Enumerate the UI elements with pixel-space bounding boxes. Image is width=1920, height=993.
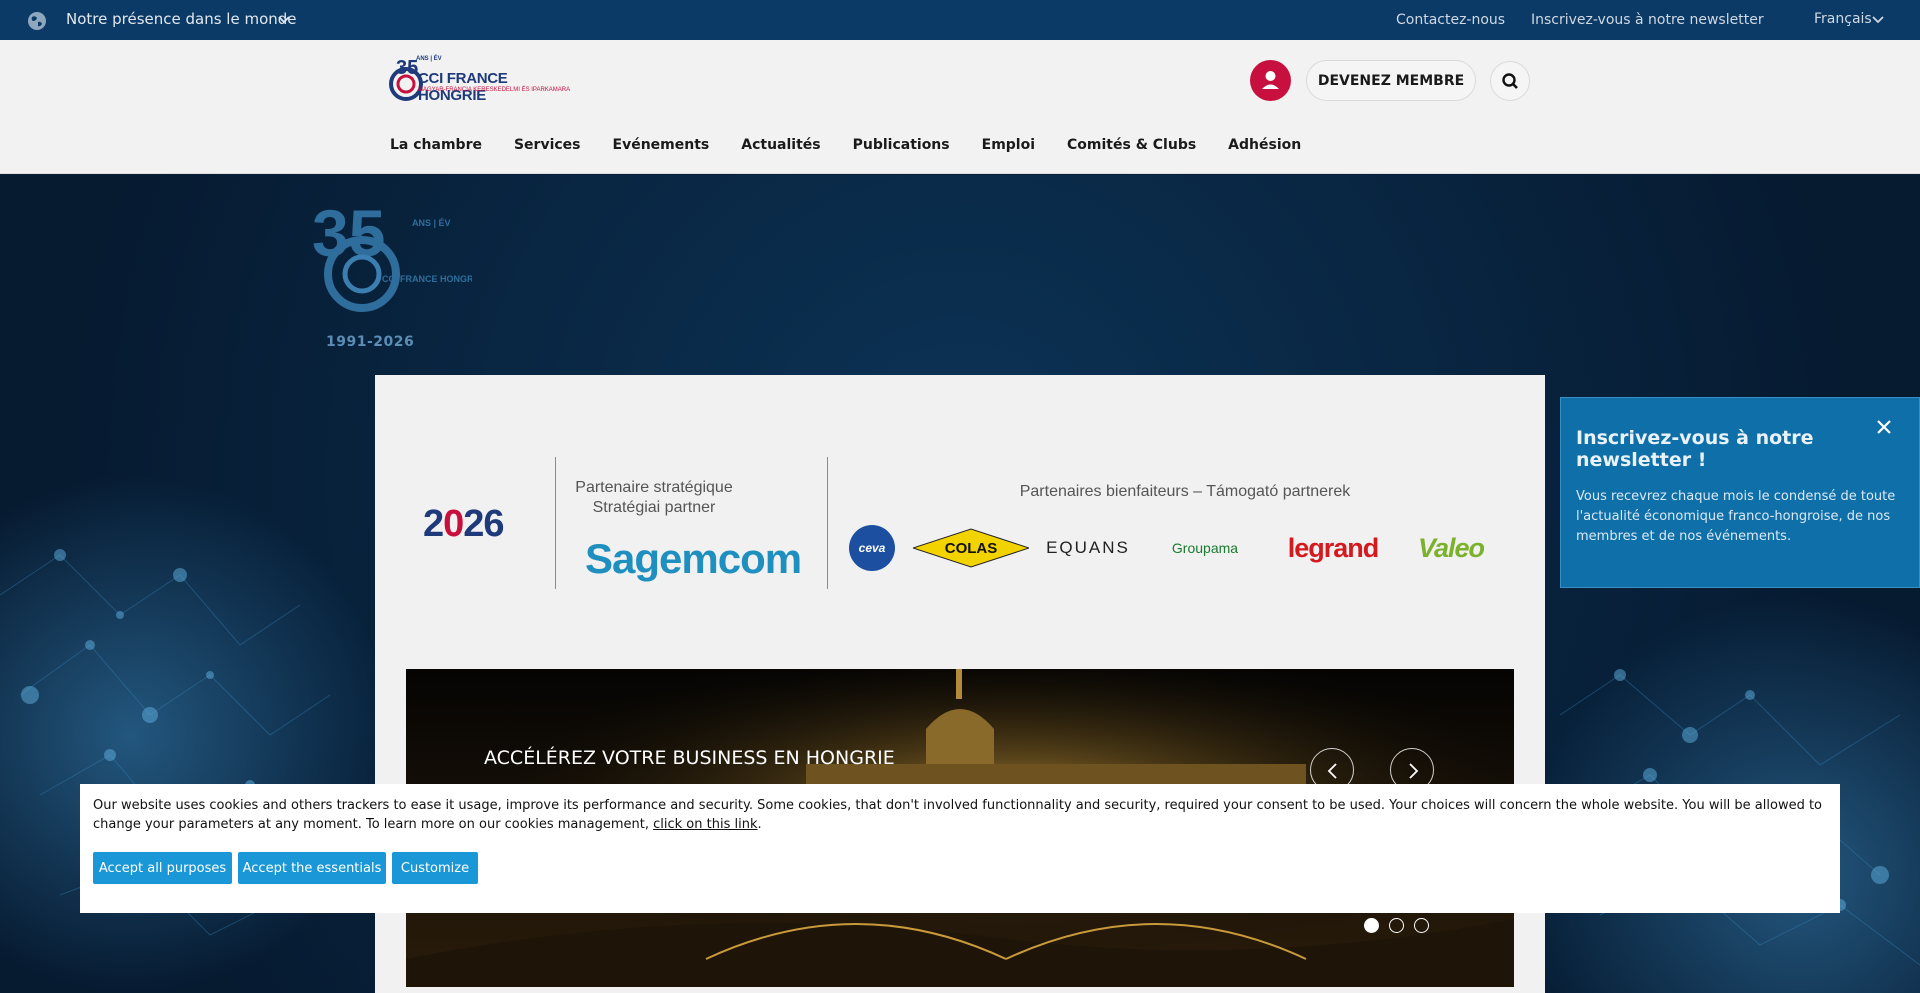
slider-dot[interactable] bbox=[1414, 918, 1429, 933]
divider bbox=[555, 457, 556, 589]
chevron-down-icon[interactable] bbox=[276, 12, 292, 28]
nav-item-services[interactable]: Services bbox=[514, 137, 581, 153]
anniversary-years: 1991-2026 bbox=[326, 334, 415, 350]
strategic-partner-label-hu: Stratégiai partner bbox=[592, 499, 716, 516]
nav-item-publications[interactable]: Publications bbox=[853, 137, 950, 153]
newsletter-popup: Inscrivez-vous à notre newsletter ! Vous… bbox=[1560, 397, 1920, 588]
nav-item-actualites[interactable]: Actualités bbox=[741, 137, 820, 153]
ceva-logo[interactable]: ceva bbox=[849, 525, 895, 571]
world-presence-label[interactable]: Notre présence dans le monde bbox=[66, 10, 297, 28]
site-header: 35 ANS | ÉV CCI FRANCE HONGRIE MAGYAR-FR… bbox=[0, 40, 1920, 174]
nav-item-adhesion[interactable]: Adhésion bbox=[1228, 137, 1301, 153]
benefactor-partners-label: Partenaires bienfaiteurs – Támogató part… bbox=[1019, 483, 1351, 500]
sagemcom-logo[interactable]: Sagemcom bbox=[585, 535, 802, 583]
colas-logo[interactable]: COLAS bbox=[913, 525, 1029, 571]
become-member-button[interactable]: DEVENEZ MEMBRE bbox=[1306, 60, 1476, 101]
cookie-text: Our website uses cookies and others trac… bbox=[93, 798, 1823, 832]
language-select[interactable]: Français bbox=[1814, 11, 1872, 27]
search-icon bbox=[1502, 73, 1518, 89]
svg-text:CCI FRANCE HONGRIE: CCI FRANCE HONGRIE bbox=[382, 274, 472, 284]
slider-dot[interactable] bbox=[1364, 918, 1379, 933]
strategic-partner-label-fr: Partenaire stratégique bbox=[575, 479, 733, 496]
accept-all-button[interactable]: Accept all purposes bbox=[93, 852, 232, 884]
customize-button[interactable]: Customize bbox=[392, 852, 478, 884]
newsletter-link[interactable]: Inscrivez-vous à notre newsletter bbox=[1531, 12, 1764, 28]
nav-item-comites-clubs[interactable]: Comités & Clubs bbox=[1067, 137, 1196, 153]
slide-title[interactable]: ACCÉLÉREZ VOTRE BUSINESS EN HONGRIE bbox=[484, 747, 895, 769]
user-icon bbox=[1262, 71, 1279, 89]
nav-item-emploi[interactable]: Emploi bbox=[982, 137, 1035, 153]
globe-icon[interactable] bbox=[26, 10, 48, 32]
nav-item-la-chambre[interactable]: La chambre bbox=[390, 137, 482, 153]
logo-ans-text: ANS | ÉV bbox=[416, 56, 442, 62]
divider bbox=[827, 457, 828, 589]
accept-essentials-button[interactable]: Accept the essentials bbox=[238, 852, 386, 884]
chevron-down-icon[interactable] bbox=[1870, 12, 1886, 28]
user-account-button[interactable] bbox=[1250, 60, 1291, 101]
svg-text:35: 35 bbox=[396, 57, 418, 79]
main-nav: La chambre Services Evénements Actualité… bbox=[390, 137, 1333, 153]
site-logo[interactable]: 35 ANS | ÉV CCI FRANCE HONGRIE MAGYAR-FR… bbox=[388, 52, 574, 108]
newsletter-popup-title: Inscrivez-vous à notre newsletter ! bbox=[1576, 427, 1814, 471]
svg-text:ANS | ÉV: ANS | ÉV bbox=[412, 218, 451, 228]
legrand-logo[interactable]: legrand bbox=[1267, 525, 1399, 571]
contact-link[interactable]: Contactez-nous bbox=[1396, 12, 1505, 28]
close-icon[interactable] bbox=[1873, 416, 1895, 438]
top-bar: Notre présence dans le monde Contactez-n… bbox=[0, 0, 1920, 40]
logo-subtitle: MAGYAR-FRANCIA KERESKEDELMI ÉS IPARKAMAR… bbox=[418, 87, 571, 93]
nav-item-evenements[interactable]: Evénements bbox=[613, 137, 710, 153]
search-button[interactable] bbox=[1490, 61, 1530, 101]
cookie-banner: Our website uses cookies and others trac… bbox=[80, 784, 1840, 913]
cookie-policy-link[interactable]: click on this link bbox=[653, 817, 757, 832]
valeo-logo[interactable]: Valeo bbox=[1411, 525, 1491, 571]
groupama-logo[interactable]: Groupama bbox=[1151, 525, 1259, 571]
equans-logo[interactable]: EQUANS bbox=[1035, 525, 1141, 571]
year-2026-logo: 2026 bbox=[423, 503, 505, 545]
newsletter-popup-text: Vous recevrez chaque mois le condensé de… bbox=[1576, 489, 1896, 544]
slider-dot[interactable] bbox=[1389, 918, 1404, 933]
